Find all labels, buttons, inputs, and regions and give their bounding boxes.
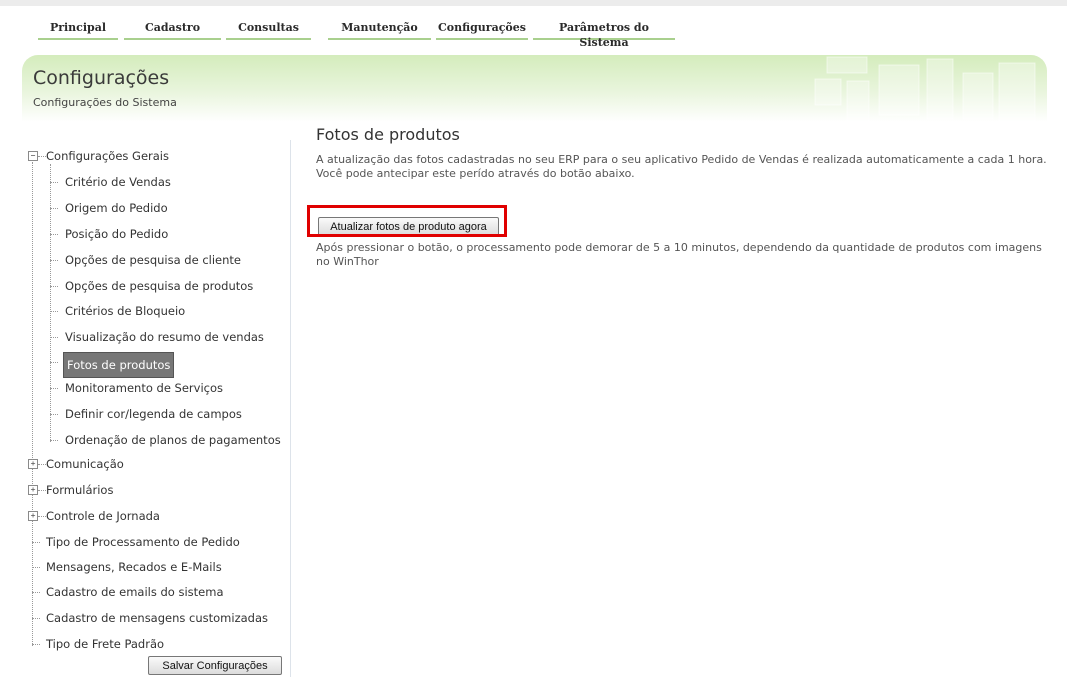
- menu-item-manutencao[interactable]: Manutenção: [328, 20, 431, 40]
- expand-icon[interactable]: +: [28, 511, 38, 521]
- tree-connector: [38, 156, 46, 157]
- tree-item-label: Ordenação de planos de pagamentos: [65, 433, 281, 447]
- page-header-banner: Configurações Configurações do Sistema: [22, 55, 1047, 122]
- tree-group-label: Formulários: [46, 483, 114, 497]
- tree-connector: [32, 162, 33, 646]
- tree-connector: [50, 182, 58, 183]
- tree-group-label: Comunicação: [46, 457, 124, 471]
- expand-icon[interactable]: +: [28, 459, 38, 469]
- tree-connector: [50, 208, 58, 209]
- tree-item-label: Posição do Pedido: [65, 227, 169, 241]
- tree-item-label: Visualização do resumo de vendas: [65, 330, 264, 344]
- settings-tree: − Configurações Gerais Critério de Venda…: [22, 140, 291, 677]
- tree-item-label: Mensagens, Recados e E-Mails: [46, 560, 222, 574]
- tree-item-label: Tipo de Frete Padrão: [46, 637, 165, 651]
- tree-item-label: Critérios de Bloqueio: [65, 304, 186, 318]
- tree-group-label: Controle de Jornada: [46, 509, 160, 523]
- tree-item-label: Opções de pesquisa de produtos: [65, 279, 254, 293]
- section-title: Fotos de produtos: [316, 125, 460, 144]
- tree-connector: [50, 440, 58, 441]
- tree-connector: [32, 542, 40, 543]
- collapse-icon[interactable]: −: [28, 151, 38, 161]
- tree-connector: [50, 164, 51, 442]
- tree-connector: [50, 337, 58, 338]
- tree-connector: [50, 260, 58, 261]
- tree-item-label: Opções de pesquisa de cliente: [65, 253, 241, 267]
- tree-item-label: Origem do Pedido: [65, 201, 168, 215]
- note-text: no WinThor: [316, 255, 379, 268]
- tree-connector: [50, 362, 58, 363]
- tree-connector: [32, 567, 40, 568]
- tree-item-label: Cadastro de emails do sistema: [46, 585, 224, 599]
- tree-item-label: Definir cor/legenda de campos: [65, 407, 242, 421]
- tree-group-label: Configurações Gerais: [46, 149, 169, 163]
- tree-connector: [50, 311, 58, 312]
- banner-decoration: [814, 56, 1036, 122]
- tree-item-label: Fotos de produtos: [63, 352, 175, 378]
- menu-item-parametros-sistema[interactable]: Parâmetros do Sistema: [533, 20, 675, 49]
- tree-item-label: Monitoramento de Serviços: [65, 381, 224, 395]
- expand-icon[interactable]: +: [28, 485, 38, 495]
- tree-connector: [50, 234, 58, 235]
- save-settings-button[interactable]: Salvar Configurações: [148, 656, 282, 675]
- page-subtitle: Configurações do Sistema: [33, 96, 177, 109]
- menu-item-configuracoes[interactable]: Configurações: [436, 20, 528, 40]
- top-menu: Principal Cadastro Consultas Manutenção …: [0, 0, 1067, 49]
- menu-item-principal[interactable]: Principal: [38, 20, 118, 40]
- tree-item-label: Cadastro de mensagens customizadas: [46, 611, 269, 625]
- tree-item-label: Tipo de Processamento de Pedido: [46, 535, 240, 549]
- page-title: Configurações: [33, 67, 170, 89]
- update-photos-button[interactable]: Atualizar fotos de produto agora: [318, 217, 499, 236]
- tree-connector: [32, 644, 40, 645]
- tree-connector: [50, 388, 58, 389]
- description-text: A atualização das fotos cadastradas no s…: [316, 153, 1047, 166]
- menu-item-cadastro[interactable]: Cadastro: [124, 20, 221, 40]
- tree-connector: [32, 618, 40, 619]
- note-text: Após pressionar o botão, o processamento…: [316, 241, 1042, 254]
- tree-connector: [38, 516, 46, 517]
- tree-connector: [32, 592, 40, 593]
- tree-item-label: Critério de Vendas: [65, 175, 171, 189]
- description-text: Você pode antecipar este perído através …: [316, 167, 635, 180]
- tree-connector: [50, 414, 58, 415]
- menu-item-consultas[interactable]: Consultas: [226, 20, 311, 40]
- tree-connector: [50, 286, 58, 287]
- tree-connector: [38, 490, 46, 491]
- tree-connector: [38, 464, 46, 465]
